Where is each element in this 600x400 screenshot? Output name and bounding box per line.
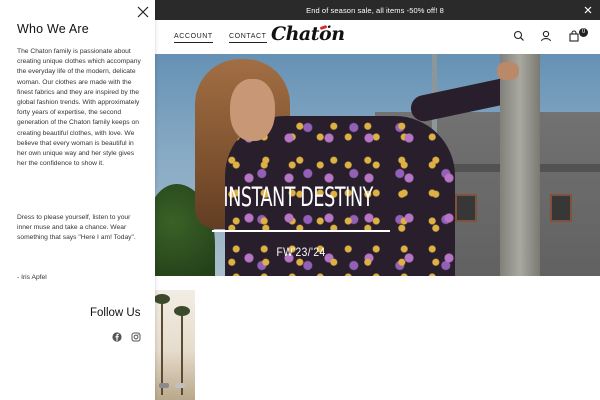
drawer-quote-attribution: - Iris Apfel (17, 274, 47, 281)
search-icon[interactable] (513, 30, 525, 42)
cart-count-badge: 0 (579, 28, 588, 37)
follow-us-heading: Follow Us (90, 307, 141, 319)
drawer-body-text-2: Dress to please yourself, listen to your… (17, 214, 136, 242)
hero-banner[interactable]: INSTANT DESTINY FW'23/'24 (155, 54, 600, 276)
close-icon[interactable] (583, 5, 593, 15)
nav-account-link[interactable]: ACCOUNT (174, 33, 213, 43)
collection-thumbnail[interactable] (155, 290, 195, 400)
hero-title: INSTANT DESTINY (223, 182, 374, 213)
instagram-icon[interactable] (131, 332, 141, 342)
about-drawer: Who We Are The Chaton family is passiona… (0, 0, 155, 400)
facebook-icon[interactable] (112, 332, 122, 342)
page: End of season sale, all items -50% off! … (0, 0, 600, 400)
user-icon[interactable] (540, 30, 552, 42)
hero-subtitle: FW'23/'24 (276, 245, 326, 259)
drawer-title: Who We Are (17, 22, 89, 36)
hero-divider (212, 230, 390, 232)
brand-logo[interactable]: Chatön (271, 23, 345, 45)
drawer-body-text: The Chaton family is passionate about cr… (17, 48, 141, 168)
palm-crown (174, 306, 190, 316)
palm-crown (155, 294, 170, 304)
palm-trunk (161, 300, 163, 395)
announcement-text: End of season sale, all items -50% off! … (306, 5, 444, 15)
nav-contact-link[interactable]: CONTACT (229, 33, 267, 43)
thumbnail-car (159, 383, 169, 388)
thumbnail-car (175, 383, 185, 388)
hero-overlay (155, 54, 600, 276)
close-icon[interactable] (136, 5, 150, 19)
